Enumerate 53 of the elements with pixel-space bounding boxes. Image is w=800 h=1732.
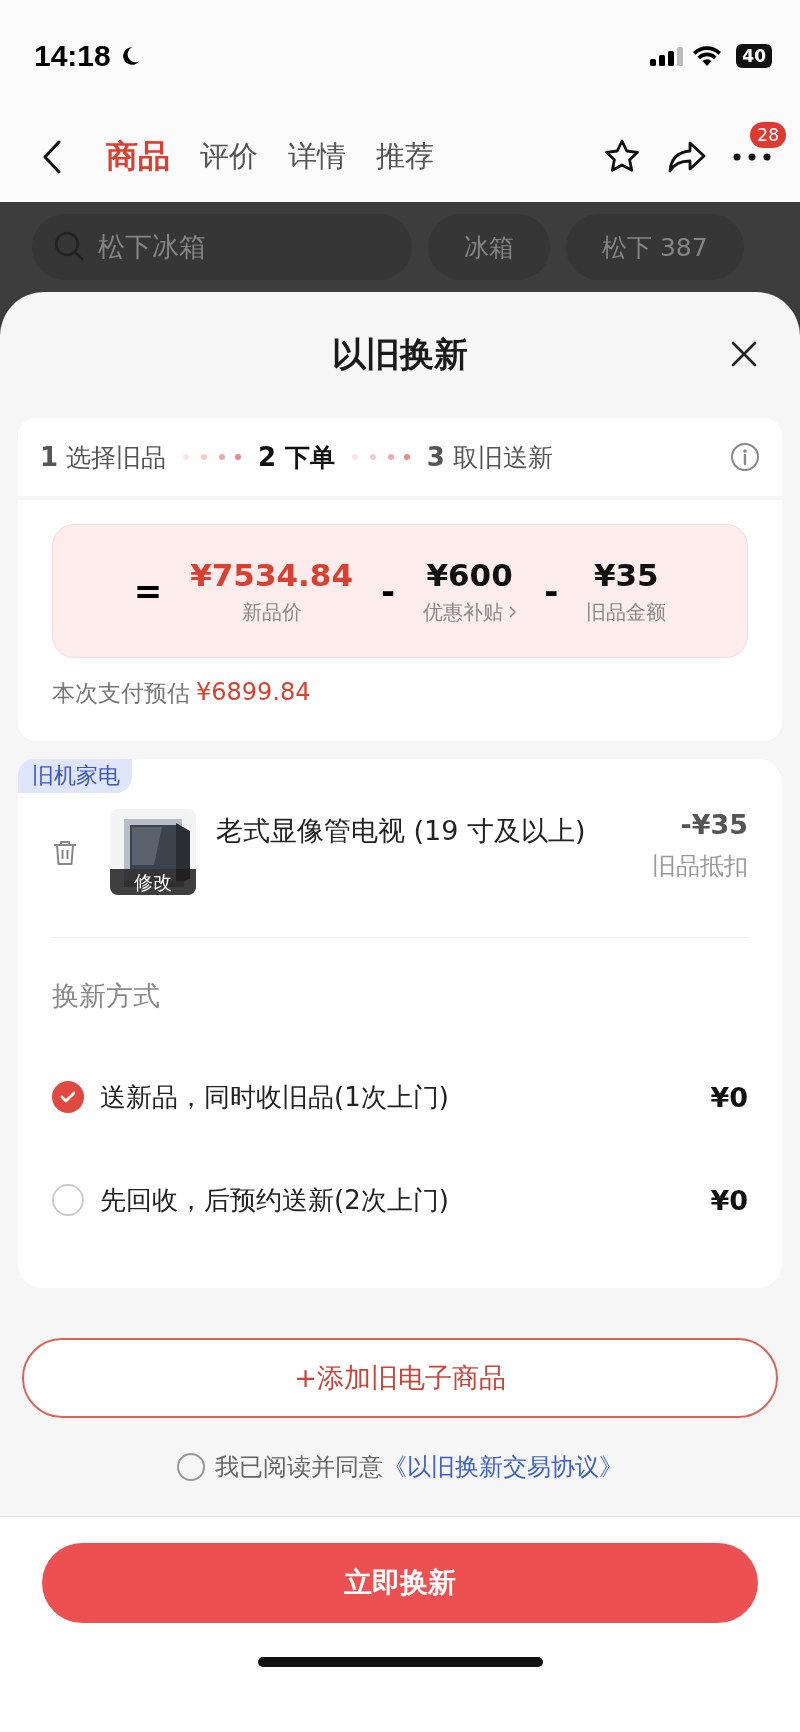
price-amount: ¥35 bbox=[593, 556, 659, 593]
estimate-amount: ¥6899.84 bbox=[196, 678, 311, 708]
radio-button[interactable] bbox=[52, 1184, 84, 1216]
sheet-title: 以旧换新 bbox=[332, 333, 468, 376]
price-amount: ¥600 bbox=[426, 556, 513, 593]
agreement-text: 我已阅读并同意《以旧换新交易协议》 bbox=[215, 1452, 623, 1483]
minus-sign: - bbox=[381, 571, 396, 611]
info-icon[interactable] bbox=[730, 442, 760, 472]
search-chip[interactable]: 冰箱 bbox=[428, 214, 550, 280]
item-name: 老式显像管电视 (19 寸及以上) bbox=[216, 814, 587, 848]
section-title: 换新方式 bbox=[52, 979, 161, 1013]
step-item: 1 选择旧品 bbox=[40, 440, 167, 474]
nav-tab[interactable]: 评价 bbox=[200, 137, 258, 177]
estimate-label: 本次支付预估 bbox=[52, 679, 190, 708]
trash-icon[interactable] bbox=[52, 839, 78, 867]
subsidy-link[interactable]: 优惠补贴 bbox=[423, 598, 517, 626]
deduction-label: 旧品抵扣 bbox=[652, 851, 748, 882]
edit-label[interactable]: 修改 bbox=[110, 869, 196, 895]
minus-sign: - bbox=[544, 571, 559, 611]
search-field[interactable]: 松下冰箱 bbox=[32, 214, 412, 280]
step-dots bbox=[182, 453, 243, 461]
signal-icon bbox=[650, 46, 685, 66]
equals-sign: = bbox=[133, 571, 163, 611]
more-icon[interactable] bbox=[732, 152, 772, 162]
battery-indicator: 40 bbox=[736, 44, 772, 68]
nav-tab[interactable]: 详情 bbox=[288, 137, 346, 177]
chevron-icon bbox=[509, 606, 517, 618]
add-item-button[interactable]: +添加旧电子商品 bbox=[22, 1338, 778, 1418]
deduction-amount: -¥35 bbox=[680, 809, 748, 840]
agreement-checkbox[interactable] bbox=[177, 1453, 205, 1481]
step-item: 2 下单 bbox=[258, 440, 335, 474]
step-dots bbox=[350, 453, 411, 461]
agreement-link[interactable]: 《以旧换新交易协议》 bbox=[383, 1453, 623, 1481]
price-label: 旧品金额 bbox=[586, 598, 667, 626]
option-price: ¥0 bbox=[710, 1184, 748, 1216]
status-time: 14:18 bbox=[34, 39, 111, 73]
notification-badge: 28 bbox=[750, 122, 786, 148]
wifi-icon bbox=[692, 45, 723, 67]
price-amount: ¥7534.84 bbox=[190, 556, 353, 593]
option-price: ¥0 bbox=[710, 1081, 748, 1113]
step-item: 3 取旧送新 bbox=[426, 440, 553, 474]
checkmark-icon bbox=[60, 1091, 76, 1103]
price-label: 新品价 bbox=[241, 598, 302, 626]
option-label: 送新品，同时收旧品(1次上门) bbox=[100, 1080, 450, 1114]
search-chip[interactable]: 松下 387 bbox=[566, 214, 744, 280]
nav-tab[interactable]: 推荐 bbox=[376, 137, 434, 177]
nav-tab[interactable]: 商品 bbox=[106, 135, 170, 179]
close-icon[interactable] bbox=[730, 340, 758, 368]
back-icon[interactable] bbox=[42, 139, 62, 175]
submit-button[interactable]: 立即换新 bbox=[42, 1543, 758, 1623]
category-tag: 旧机家电 bbox=[18, 759, 132, 793]
radio-button[interactable] bbox=[52, 1081, 84, 1113]
option-label: 先回收，后预约送新(2次上门) bbox=[100, 1183, 450, 1217]
